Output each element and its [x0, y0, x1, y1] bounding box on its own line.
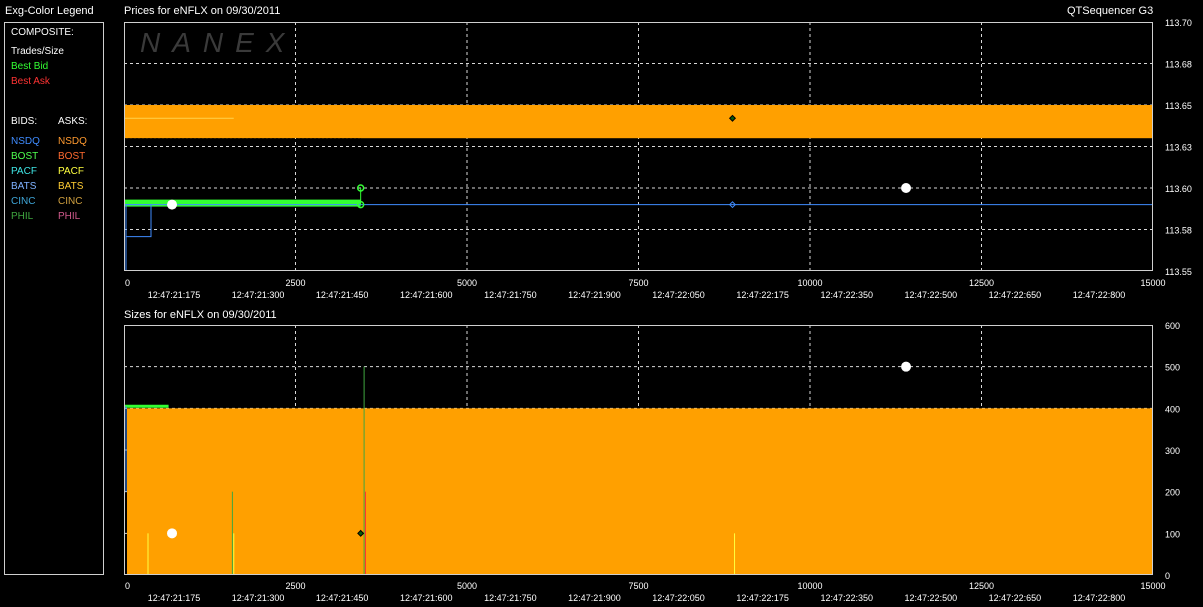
size-x-tick-label: 12500	[969, 581, 994, 591]
size-time-label: 12:47:21:750	[484, 593, 537, 603]
price-y-tick-label: 113.58	[1165, 226, 1192, 236]
size-time-label: 12:47:22:650	[989, 593, 1042, 603]
price-time-label: 12:47:21:175	[148, 290, 201, 300]
price-y-tick-label: 113.60	[1165, 184, 1192, 194]
size-x-tick-label: 5000	[457, 581, 477, 591]
size-y-tick-label: 400	[1165, 404, 1180, 414]
price-trade-point	[167, 199, 178, 210]
size-y-tick-label: 500	[1165, 363, 1180, 373]
size-time-label: 12:47:21:450	[316, 593, 369, 603]
price-x-tick-label: 5000	[457, 278, 477, 288]
nanex-watermark: NANEX	[140, 27, 296, 58]
price-x-tick-label: 0	[125, 278, 130, 288]
size-time-label: 12:47:21:175	[148, 593, 201, 603]
price-time-label: 12:47:21:450	[316, 290, 369, 300]
price-x-tick-label: 15000	[1140, 278, 1165, 288]
price-time-label: 12:47:22:350	[820, 290, 873, 300]
price-y-tick-label: 113.55	[1165, 267, 1192, 277]
size-time-label: 12:47:21:900	[568, 593, 621, 603]
size-time-label: 12:47:22:350	[820, 593, 873, 603]
price-best-bid-band	[124, 199, 361, 207]
price-x-tick-label: 2500	[285, 278, 305, 288]
size-trade-point	[901, 361, 912, 372]
size-time-label: 12:47:22:800	[1073, 593, 1126, 603]
size-x-tick-label: 7500	[628, 581, 648, 591]
size-y-tick-label: 600	[1165, 321, 1180, 331]
price-trade-point	[901, 183, 912, 193]
charts-canvas: NANEX0 2500 5000 7500 10000 12500 1500012:47:2…	[124, 18, 1192, 603]
price-x-tick-label: 10000	[797, 278, 822, 288]
price-time-label: 12:47:21:300	[232, 290, 285, 300]
price-x-tick-label: 7500	[628, 278, 648, 288]
size-time-label: 12:47:22:175	[736, 593, 789, 603]
size-best-ask-area	[127, 408, 1153, 575]
size-x-tick-label: 10000	[797, 581, 822, 591]
price-x-tick-label: 12500	[969, 278, 994, 288]
price-y-tick-label: 113.70	[1165, 18, 1192, 28]
size-time-label: 12:47:22:050	[652, 593, 705, 603]
size-y-tick-label: 100	[1165, 529, 1180, 539]
size-time-label: 12:47:21:300	[232, 593, 285, 603]
size-x-tick-label: 15000	[1140, 581, 1165, 591]
price-y-tick-label: 113.68	[1165, 60, 1192, 70]
price-time-label: 12:47:22:500	[905, 290, 958, 300]
size-time-label: 12:47:21:600	[400, 593, 453, 603]
price-time-label: 12:47:21:750	[484, 290, 537, 300]
size-y-tick-label: 0	[1165, 571, 1170, 581]
price-time-label: 12:47:21:600	[400, 290, 453, 300]
price-time-label: 12:47:22:175	[736, 290, 789, 300]
price-y-tick-label: 113.63	[1165, 143, 1192, 153]
size-y-tick-label: 300	[1165, 446, 1180, 456]
size-y-tick-label: 200	[1165, 488, 1180, 498]
size-x-tick-label: 0	[125, 581, 130, 591]
price-time-label: 12:47:22:050	[652, 290, 705, 300]
price-best-ask-band	[124, 105, 1153, 139]
price-time-label: 12:47:21:900	[568, 290, 621, 300]
size-time-label: 12:47:22:500	[905, 593, 958, 603]
price-y-tick-label: 113.65	[1165, 101, 1192, 111]
size-x-tick-label: 2500	[285, 581, 305, 591]
size-trade-point	[167, 528, 178, 539]
price-time-label: 12:47:22:650	[989, 290, 1042, 300]
price-time-label: 12:47:22:800	[1073, 290, 1126, 300]
